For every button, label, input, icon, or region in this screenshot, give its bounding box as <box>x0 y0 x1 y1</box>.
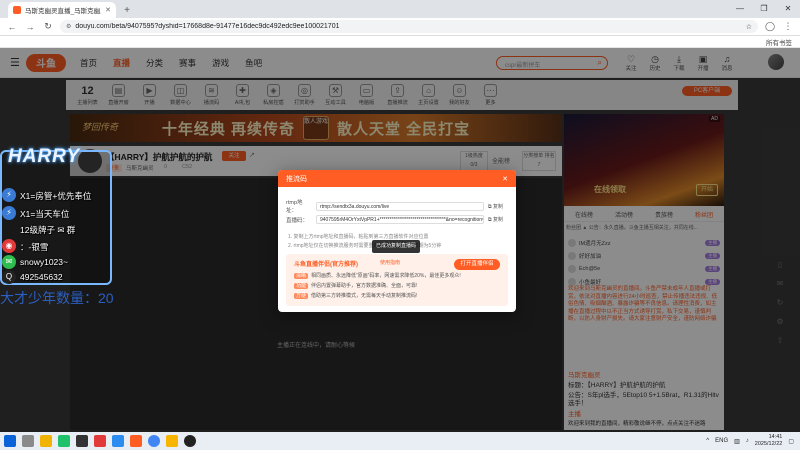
promo-text: 相同画质、永远降低“原画”码率，网速需求降低20%，最佳更多观众! <box>311 273 461 279</box>
search-taskbar-icon[interactable] <box>22 435 34 447</box>
promo-line: 方便 借助第三方转推模式，无需每天手动复制推流码! <box>294 292 417 299</box>
key-row: 直播码： 9407595rM4OrYxtVpPR1+**************… <box>286 215 503 224</box>
overlay-line: 12级牌子 ✉ 群 <box>20 225 76 235</box>
overlay-line: X1=房管+优先奉位 <box>20 191 92 201</box>
close-window-icon[interactable]: ✕ <box>776 0 800 18</box>
companion-promo: 斗鱼直播伴侣(官方推荐) 使用指南 打开直播伴侣 清晰 相同画质、永远降低“原画”… <box>286 254 508 306</box>
promo-line: 清晰 相同画质、永远降低“原画”码率，网速需求降低20%，最佳更多观众! <box>294 272 461 279</box>
browser-tabbar: 马斯克幽灵直播_马斯克幽灵 ✕ + — ❐ ✕ <box>0 0 800 18</box>
copy-rtmp-button[interactable]: ⧉ 复制 <box>488 203 503 210</box>
bookmark-star-icon[interactable]: ☆ <box>746 23 752 31</box>
back-icon[interactable]: ← <box>6 22 18 32</box>
modal-header: 推流码 ✕ <box>278 170 516 187</box>
tip-line: 1. 复制上方rtmp地址和直播码，粘贴到第三方直播软件对应位置 <box>288 234 429 240</box>
bookmark-bar: 所有书签 <box>0 36 800 48</box>
window-controls: — ❐ ✕ <box>728 0 800 18</box>
new-tab-icon[interactable]: + <box>120 4 134 18</box>
rtmp-field[interactable]: rtmp://sendtx3a.douyu.com/live <box>316 201 484 211</box>
overlay-title: HARRY <box>8 146 81 167</box>
copy-label: 复制 <box>492 217 503 223</box>
tab-title: 马斯克幽灵直播_马斯克幽灵 <box>25 8 102 15</box>
network-icon[interactable]: ▥ <box>734 438 740 445</box>
clock-date: 2025/12/22 <box>754 441 783 447</box>
modal-title: 推流码 <box>286 175 307 183</box>
clock-time: 14:41 <box>768 434 783 440</box>
explorer-icon[interactable] <box>40 435 52 447</box>
app-icon[interactable] <box>58 435 70 447</box>
volume-icon[interactable]: ♪ <box>746 438 749 444</box>
rtmp-row: rtmp地址： rtmp://sendtx3a.douyu.com/live ⧉… <box>286 198 503 214</box>
overlay-line: snowy1023~ <box>20 257 68 267</box>
qq-icon: Q <box>2 270 16 284</box>
copy-key-button[interactable]: ⧉ 复制 <box>488 216 503 223</box>
key-label: 直播码： <box>286 217 309 224</box>
promo-tag: 功能 <box>294 283 309 289</box>
weibo-icon: ◉ <box>2 239 16 253</box>
stream-key-field[interactable]: 9407595rM4OrYxtVpPR1+*******************… <box>316 215 484 224</box>
browser-menu-icon[interactable]: ⋮ <box>782 21 794 32</box>
promo-tag: 方便 <box>294 293 309 299</box>
steam-icon[interactable] <box>184 435 196 447</box>
promo-tag: 清晰 <box>294 273 309 279</box>
clock[interactable]: 14:41 2025/12/22 <box>755 434 783 448</box>
browser-tab[interactable]: 马斯克幽灵直播_马斯克幽灵 ✕ <box>8 2 116 18</box>
all-bookmarks-button[interactable]: 所有书签 <box>766 37 792 47</box>
windows-taskbar: ^ ENG ▥ ♪ 14:41 2025/12/22 ▢ <box>0 432 800 450</box>
rtmp-label: rtmp地址： <box>286 200 303 214</box>
maximize-icon[interactable]: ❐ <box>752 0 776 18</box>
stream-info-overlay: HARRY ⚡ X1=房管+优先奉位 ⚡ X1=当天车位 12级牌子 ✉ 群 ◉… <box>0 146 112 285</box>
promo-text: 借助第三方转推模式，无需每天手动复制推流码! <box>311 293 418 299</box>
lightning-icon: ⚡ <box>2 206 16 220</box>
overlay-line: 492545632 <box>20 272 63 282</box>
profile-icon[interactable]: ◯ <box>764 21 776 32</box>
site-info-icon[interactable]: ⚙ <box>66 23 71 30</box>
lightning-icon: ⚡ <box>2 188 16 202</box>
app-icon[interactable] <box>166 435 178 447</box>
guide-link[interactable]: 使用指南 <box>380 259 400 266</box>
modal-close-icon[interactable]: ✕ <box>502 175 508 183</box>
obs-icon[interactable] <box>76 435 88 447</box>
douyu-taskbar-icon[interactable] <box>130 435 142 447</box>
chrome-icon[interactable] <box>148 435 160 447</box>
copy-success-toast: 已成功复制直播码 <box>372 240 420 253</box>
stream-code-modal: 推流码 ✕ rtmp地址： rtmp://sendtx3a.douyu.com/… <box>278 170 516 312</box>
url-input[interactable]: ⚙ douyu.com/beta/9407595?dyshid=17668d8e… <box>60 20 758 33</box>
overlay-count: 大才少年数量：20 <box>0 290 114 306</box>
start-icon[interactable] <box>4 435 16 447</box>
overlay-line: X1=当天车位 <box>20 209 70 219</box>
url-text: douyu.com/beta/9407595?dyshid=17668d8e-9… <box>75 23 340 30</box>
promo-text: 伴侣内置弹幕助手，官方数据准确、全面，可靠! <box>311 283 418 289</box>
wechat-icon: ✉ <box>2 255 16 269</box>
reload-icon[interactable]: ↻ <box>42 21 54 32</box>
tray-chevron-icon[interactable]: ^ <box>706 438 709 444</box>
douyu-favicon-icon <box>13 6 21 14</box>
copy-label: 复制 <box>492 203 503 210</box>
promo-line: 功能 伴侣内置弹幕助手，官方数据准确、全面，可靠! <box>294 282 417 289</box>
overlay-line: ：-银雪 <box>20 242 49 252</box>
app-icon[interactable] <box>112 435 124 447</box>
close-tab-icon[interactable]: ✕ <box>105 6 111 14</box>
minimize-icon[interactable]: — <box>728 0 752 18</box>
promo-title: 斗鱼直播伴侣(官方推荐) <box>294 262 358 268</box>
open-companion-button[interactable]: 打开直播伴侣 <box>454 259 500 270</box>
system-tray: ^ ENG ▥ ♪ 14:41 2025/12/22 ▢ <box>706 434 794 448</box>
lang-indicator[interactable]: ENG <box>715 438 728 444</box>
netease-icon[interactable] <box>94 435 106 447</box>
forward-icon[interactable]: → <box>24 22 36 32</box>
address-bar: ← → ↻ ⚙ douyu.com/beta/9407595?dyshid=17… <box>0 18 800 36</box>
notification-icon[interactable]: ▢ <box>788 438 794 445</box>
